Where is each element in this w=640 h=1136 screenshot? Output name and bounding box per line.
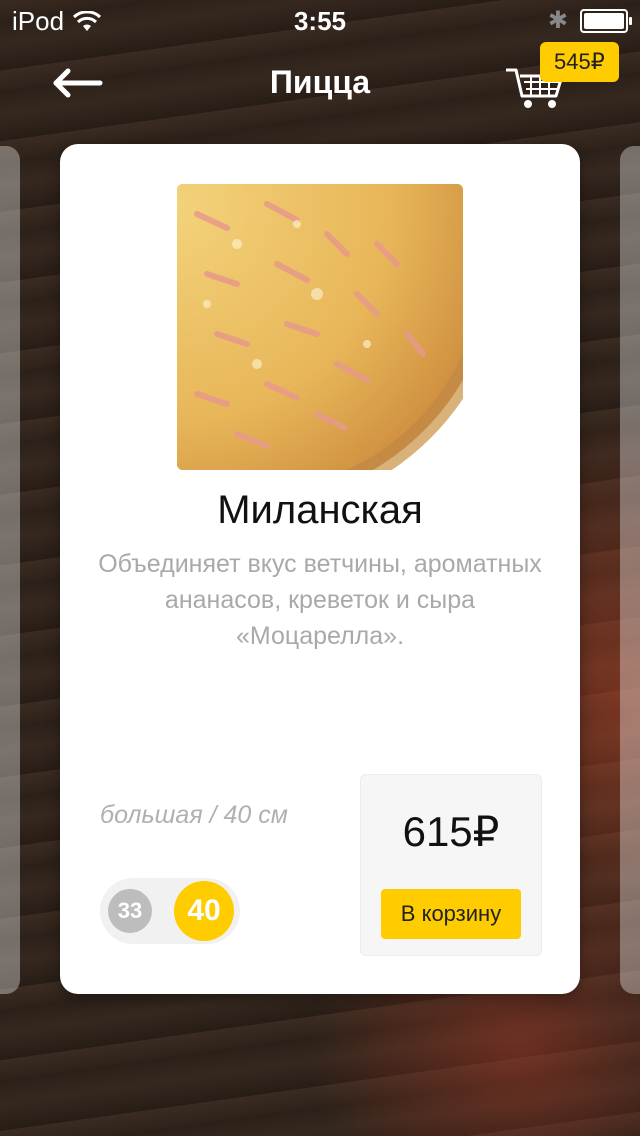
status-right: ✱ [547,6,632,35]
product-name: Миланская [217,488,423,532]
cart-total-badge[interactable]: 545₽ [540,42,619,82]
price-box: 615₽ В корзину [360,774,542,956]
selected-size-label: большая / 40 см [100,801,288,829]
next-card-peek[interactable] [620,146,640,994]
size-option-33[interactable]: 33 [108,889,152,933]
product-description: Объединяет вкус ветчины, ароматных анана… [98,550,542,650]
product-card: Миланская Объединяет вкус ветчины, арома… [60,144,580,994]
pizza-image [177,184,463,470]
size-option-40[interactable]: 40 [174,881,234,941]
navigation-bar: Пицца 545₽ [0,42,640,128]
status-bar: iPod 3:55 ✱ [0,0,640,40]
bluetooth-icon: ✱ [547,7,568,34]
product-price: 615₽ [402,808,500,855]
add-to-cart-button[interactable]: В корзину [381,889,521,939]
status-time: 3:55 [293,6,347,36]
previous-card-peek[interactable] [0,146,20,994]
size-selector: 33 40 [100,878,240,944]
battery-icon [580,8,632,33]
